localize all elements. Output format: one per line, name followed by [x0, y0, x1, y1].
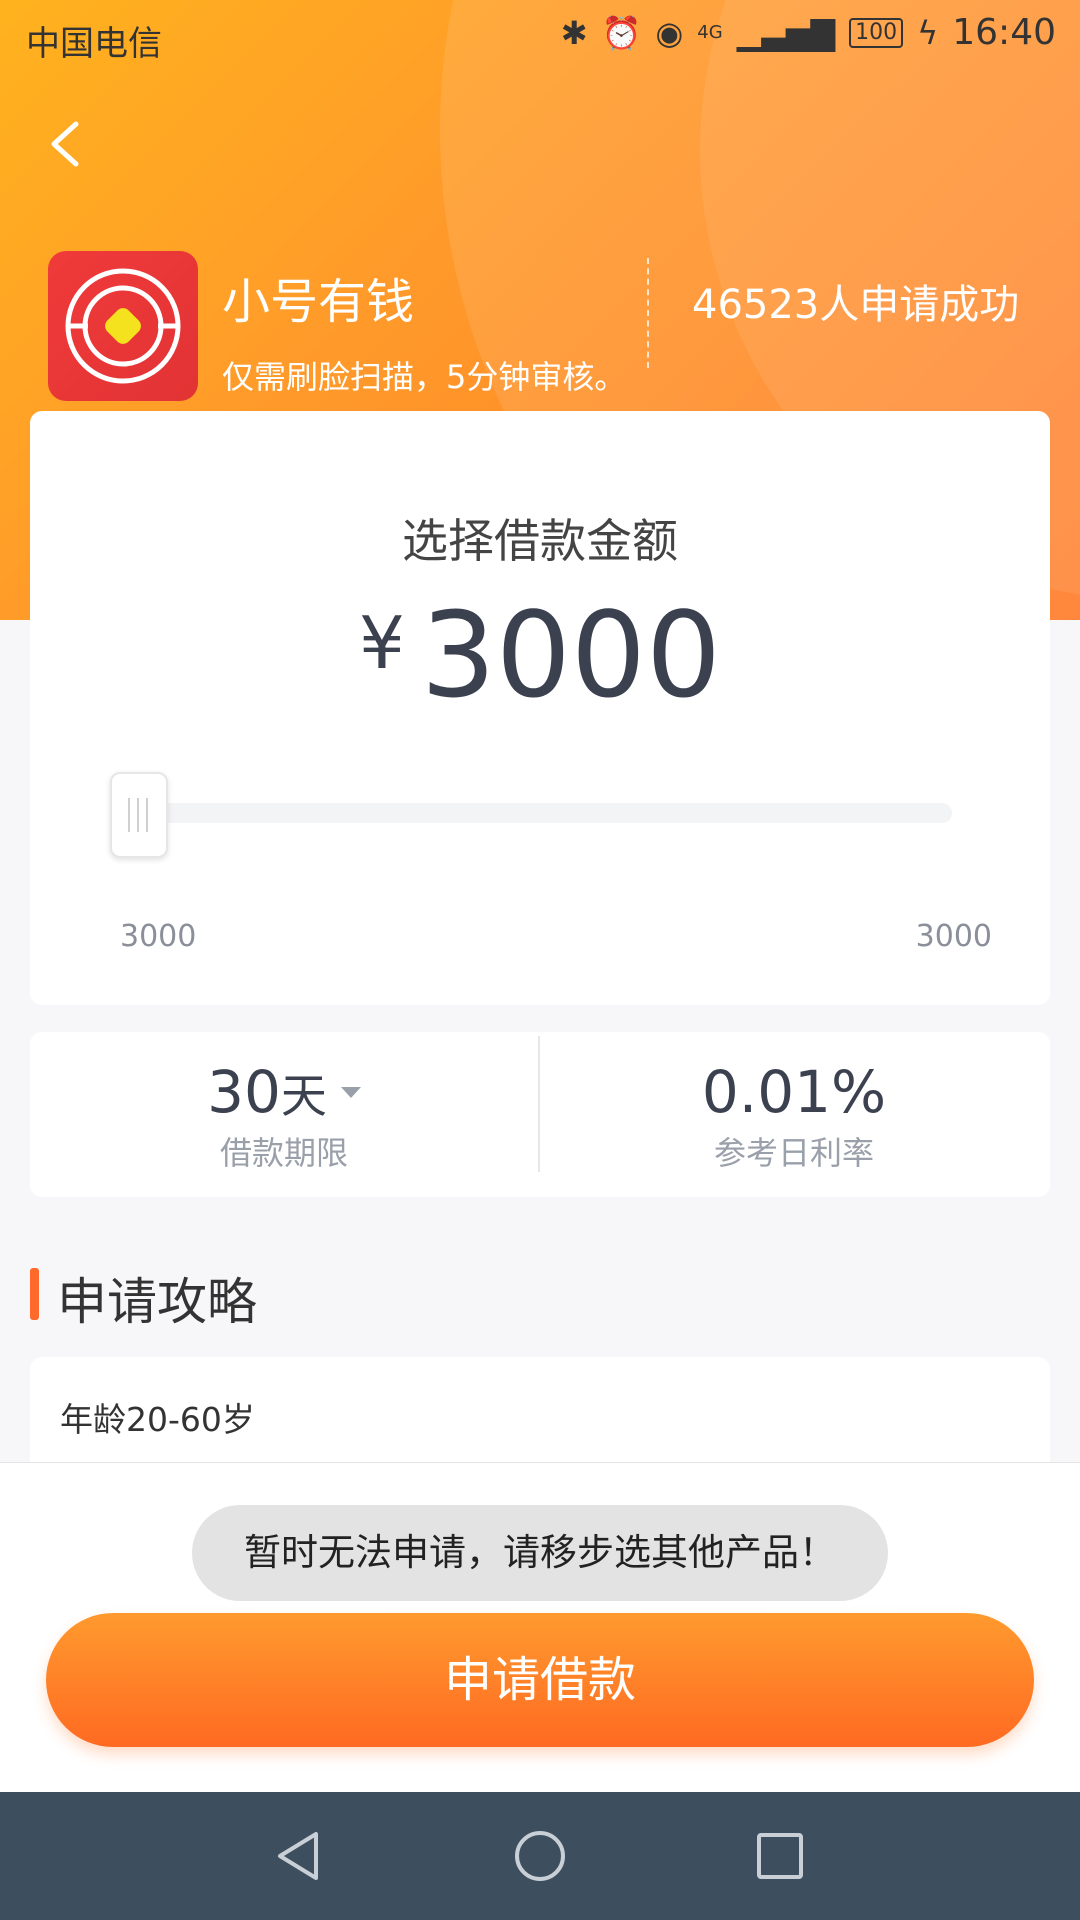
currency-symbol: ¥	[358, 601, 405, 685]
amount-number: 3000	[420, 586, 722, 724]
system-nav-bar	[0, 1792, 1080, 1920]
carrier-label: 中国电信	[26, 24, 162, 64]
amount-value: ¥3000	[30, 586, 1050, 724]
bottom-panel: 暂时无法申请，请移步选其他产品！ 申请借款	[0, 1462, 1080, 1793]
back-arrow-icon	[51, 121, 79, 167]
clock: 16:40	[952, 12, 1056, 53]
amount-card: 选择借款金额 ¥3000 3000 3000	[30, 411, 1050, 1005]
grip-line	[146, 798, 148, 832]
product-name: 小号有钱	[222, 274, 415, 330]
back-button[interactable]	[40, 112, 100, 172]
period-number: 30	[207, 1058, 281, 1126]
network-label: 4G	[697, 21, 723, 43]
strategy-item: 年龄20-60岁	[60, 1400, 255, 1439]
grip-line	[137, 798, 139, 832]
nav-recent-icon	[757, 1833, 803, 1879]
nav-back-icon	[278, 1832, 318, 1880]
charging-icon: ϟ	[917, 13, 939, 52]
success-count: 46523人申请成功	[692, 282, 1020, 328]
loan-terms-card: 30天 借款期限 0.01% 参考日利率	[30, 1032, 1050, 1197]
amount-title: 选择借款金额	[402, 514, 678, 568]
product-description: 仅需刷脸扫描，5分钟审核。	[222, 358, 627, 396]
daily-rate: 0.01% 参考日利率	[540, 1058, 1048, 1174]
rate-value: 0.01%	[701, 1058, 887, 1126]
grip-line	[128, 798, 130, 832]
bluetooth-icon: ✱	[560, 13, 588, 52]
status-bar: 中国电信 ✱ ⏰ ◉ 4G ▁▃▅▇ 100 ϟ 16:40	[0, 0, 1080, 76]
status-icons: ✱ ⏰ ◉ 4G ▁▃▅▇ 100 ϟ 16:40	[561, 12, 1056, 53]
alarm-icon: ⏰	[601, 13, 642, 52]
product-logo	[48, 251, 198, 401]
nav-recent-button[interactable]	[750, 1826, 810, 1886]
dropdown-arrow-icon	[340, 1087, 361, 1098]
rate-label: 参考日利率	[713, 1134, 874, 1172]
period-label: 借款期限	[219, 1134, 348, 1172]
section-accent-bar	[30, 1268, 39, 1320]
apply-loan-button[interactable]: 申请借款	[46, 1613, 1034, 1747]
signal-icon: ▁▃▅▇	[736, 13, 836, 52]
slider-max-label: 3000	[915, 919, 992, 954]
toast-message: 暂时无法申请，请移步选其他产品！	[192, 1505, 888, 1601]
nav-home-icon	[515, 1831, 565, 1881]
nav-home-button[interactable]	[510, 1826, 570, 1886]
battery-icon: 100	[849, 17, 904, 48]
period-unit: 天	[280, 1069, 327, 1123]
eye-icon: ◉	[655, 13, 684, 52]
amount-slider-handle[interactable]	[110, 772, 168, 858]
nav-back-button[interactable]	[270, 1826, 330, 1886]
header-divider	[647, 258, 649, 368]
period-value: 30天	[30, 1058, 538, 1126]
loan-period-selector[interactable]: 30天 借款期限	[30, 1058, 538, 1174]
slider-min-label: 3000	[120, 919, 197, 954]
amount-slider-track[interactable]	[110, 803, 952, 823]
section-title: 申请攻略	[57, 1273, 257, 1331]
